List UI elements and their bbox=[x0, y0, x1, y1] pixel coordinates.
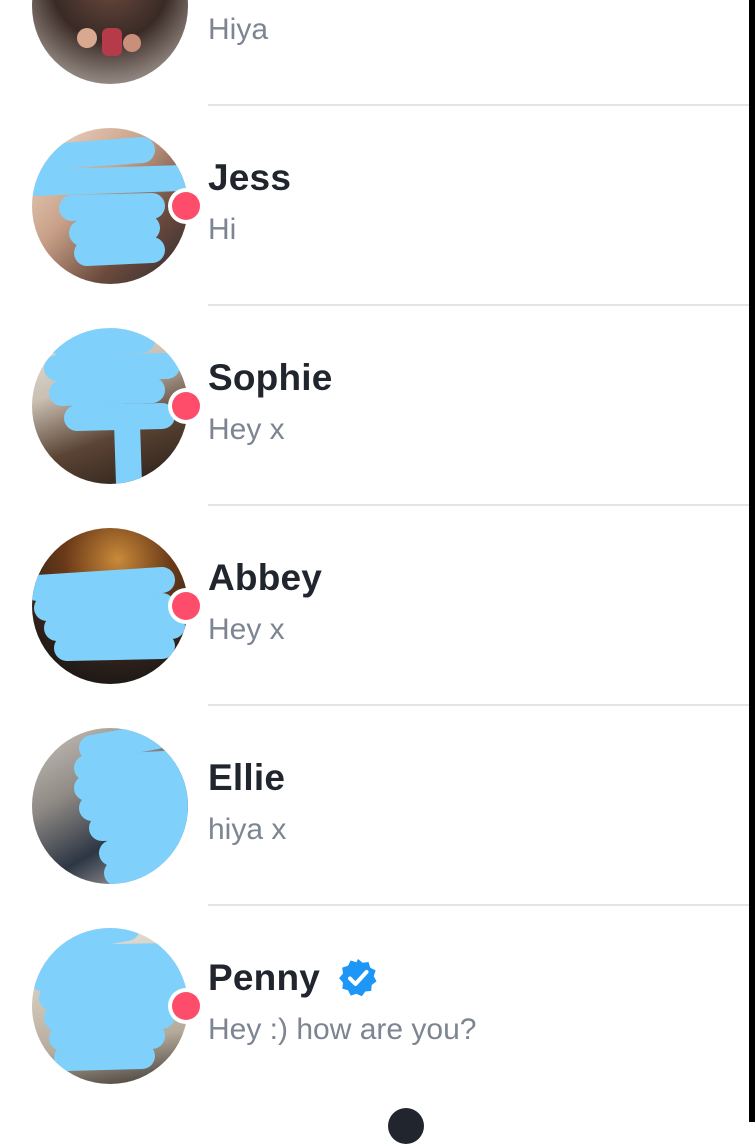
name-line bbox=[208, 0, 749, 2]
avatar[interactable] bbox=[32, 528, 188, 684]
row-text: Penny Hey :) how are you? bbox=[208, 954, 749, 1050]
row-text: Sophie Hey x bbox=[208, 354, 749, 450]
message-row-penny[interactable]: Penny Hey :) how are you? bbox=[0, 906, 749, 1106]
avatar[interactable] bbox=[32, 0, 188, 84]
name-line: Sophie bbox=[208, 354, 749, 402]
redaction-scribble bbox=[32, 567, 185, 661]
message-preview: hiya x bbox=[208, 813, 287, 846]
message-row-ellie[interactable]: Ellie hiya x bbox=[0, 706, 749, 906]
row-text: Ellie hiya x bbox=[208, 754, 749, 850]
message-preview: Hiya bbox=[208, 13, 269, 46]
match-name: Sophie bbox=[208, 357, 333, 398]
redaction-scribble bbox=[32, 928, 188, 1071]
avatar[interactable] bbox=[32, 128, 188, 284]
name-line: Abbey bbox=[208, 554, 749, 602]
message-preview: Hey x bbox=[208, 613, 285, 646]
match-name: Abbey bbox=[208, 557, 323, 598]
name-line: Ellie bbox=[208, 754, 749, 802]
avatar[interactable] bbox=[32, 928, 188, 1084]
message-preview: Hey x bbox=[208, 413, 285, 446]
row-text: Jess Hi bbox=[208, 154, 749, 250]
name-line: Jess bbox=[208, 154, 749, 202]
match-name: Ellie bbox=[208, 757, 286, 798]
row-text: Abbey Hey x bbox=[208, 554, 749, 650]
unread-indicator bbox=[172, 992, 200, 1020]
message-row-abbey[interactable]: Abbey Hey x bbox=[0, 506, 749, 706]
message-row-1[interactable]: Hiya bbox=[0, 0, 749, 106]
unread-indicator bbox=[172, 392, 200, 420]
message-row-jess[interactable]: Jess Hi bbox=[0, 106, 749, 306]
unread-indicator bbox=[172, 592, 200, 620]
verified-check-icon bbox=[339, 959, 377, 997]
message-row-sophie[interactable]: Sophie Hey x bbox=[0, 306, 749, 506]
message-preview: Hi bbox=[208, 213, 237, 246]
message-list: Hiya Jess Hi Sophie Hey x Abbey Hey x El… bbox=[0, 0, 749, 1122]
screen-edge bbox=[749, 0, 755, 1122]
redaction-scribble bbox=[74, 728, 188, 884]
name-line: Penny bbox=[208, 954, 749, 1002]
match-name: Jess bbox=[208, 157, 292, 198]
avatar[interactable] bbox=[32, 328, 188, 484]
message-preview: Hey :) how are you? bbox=[208, 1013, 477, 1046]
partial-ui-element bbox=[388, 1108, 424, 1144]
avatar[interactable] bbox=[32, 728, 188, 884]
row-text: Hiya bbox=[208, 0, 749, 50]
redaction-scribble bbox=[32, 137, 188, 266]
redaction-scribble bbox=[44, 328, 180, 484]
match-name: Penny bbox=[208, 957, 321, 998]
redaction-scribble bbox=[77, 28, 141, 56]
unread-indicator bbox=[172, 192, 200, 220]
